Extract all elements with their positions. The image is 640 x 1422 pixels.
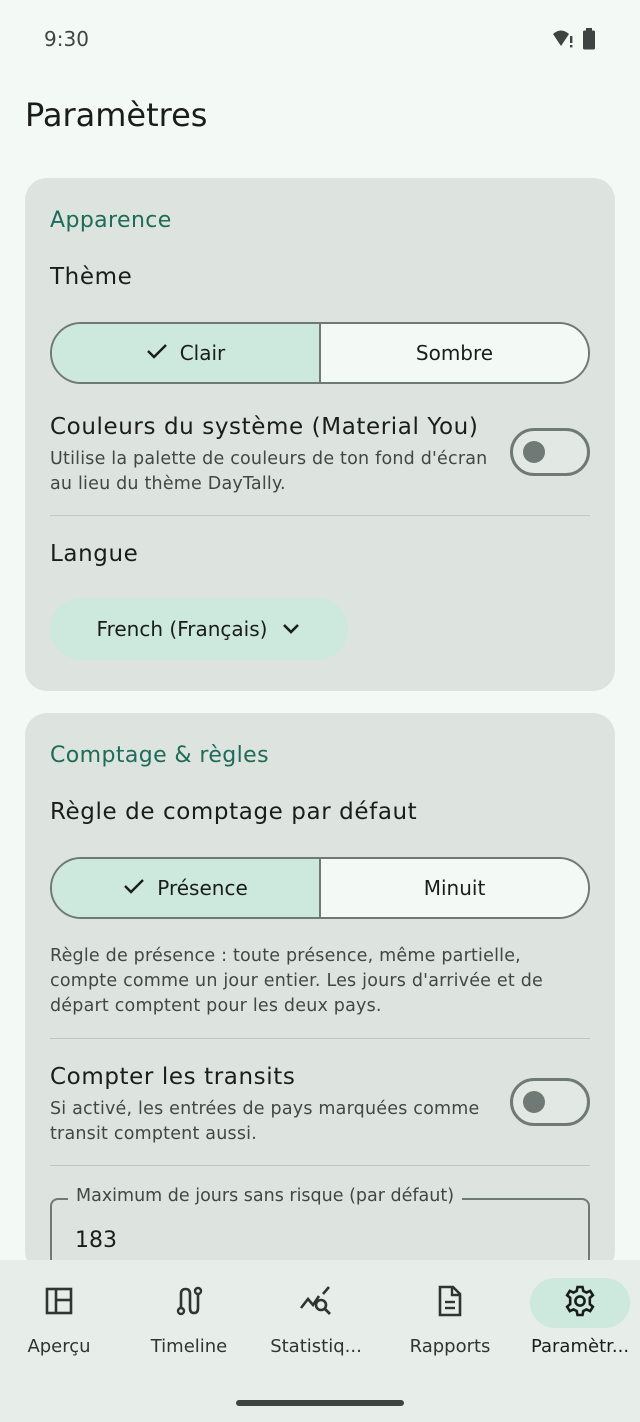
rule-option-midnight-label: Minuit <box>423 876 486 900</box>
rule-segmented-control: Présence Minuit <box>50 857 590 919</box>
max-days-field-label: Maximum de jours sans risque (par défaut… <box>68 1186 463 1206</box>
theme-segmented-control: Clair Sombre <box>50 322 590 384</box>
appearance-section-title: Apparence <box>50 208 172 233</box>
appearance-card: Apparence Thème Clair Sombre Couleurs du… <box>25 178 615 691</box>
rule-option-midnight[interactable]: Minuit <box>321 859 588 917</box>
theme-option-dark-label: Sombre <box>415 341 494 365</box>
settings-icon <box>564 1285 596 1321</box>
status-bar: 9:30 <box>0 0 640 78</box>
check-icon <box>123 876 145 900</box>
language-dropdown-value: French (Français) <box>96 617 268 641</box>
transits-description-line1: Si activé, les entrées de pays marquées … <box>50 1099 480 1119</box>
rule-description-line1: Règle de présence : toute présence, même… <box>50 946 521 966</box>
transits-description: Si activé, les entrées de pays marquées … <box>50 1097 479 1147</box>
bottom-navigation: Aperçu Timeline Statistiq... Rapports Pa… <box>0 1260 640 1422</box>
system-colors-description: Utilise la palette de couleurs de ton fo… <box>50 447 487 497</box>
language-dropdown[interactable]: French (Français) <box>50 598 348 660</box>
rule-description-line3: départ comptent pour les deux pays. <box>50 996 382 1016</box>
nav-icon-container <box>139 1278 239 1328</box>
transits-toggle[interactable] <box>510 1078 590 1126</box>
home-indicator[interactable] <box>236 1400 404 1406</box>
nav-icon-container <box>530 1278 630 1328</box>
rule-description-line2: compte comme un jour entier. Les jours d… <box>50 971 543 991</box>
route-icon <box>174 1286 204 1320</box>
nav-label: Rapports <box>409 1336 491 1357</box>
theme-label: Thème <box>50 264 133 290</box>
system-colors-description-line1: Utilise la palette de couleurs de ton fo… <box>50 449 488 469</box>
nav-item-overview[interactable]: Aperçu <box>0 1260 123 1380</box>
system-colors-description-line2: au lieu du thème DayTally. <box>50 474 286 494</box>
system-colors-toggle[interactable] <box>510 428 590 476</box>
check-icon <box>146 341 168 365</box>
counting-section-title: Comptage & règles <box>50 743 269 768</box>
divider <box>50 515 590 516</box>
nav-item-statistics[interactable]: Statistiq... <box>252 1260 380 1380</box>
theme-option-dark[interactable]: Sombre <box>321 324 588 382</box>
nav-icon-container <box>400 1278 500 1328</box>
rule-label: Règle de comptage par défaut <box>50 799 418 825</box>
theme-option-light-label: Clair <box>179 341 226 365</box>
page-title: Paramètres <box>25 96 208 134</box>
language-label: Langue <box>50 541 139 567</box>
chevron-down-icon <box>281 617 301 641</box>
transits-title: Compter les transits <box>50 1064 296 1090</box>
nav-label: Statistiq... <box>270 1336 362 1357</box>
max-days-field-value[interactable]: 183 <box>75 1228 117 1253</box>
status-time: 9:30 <box>44 27 89 51</box>
nav-icon-container <box>266 1278 366 1328</box>
dashboard-icon <box>44 1286 74 1320</box>
toggle-knob <box>523 1091 545 1113</box>
nav-item-settings[interactable]: Paramètr... <box>516 1260 640 1380</box>
battery-icon <box>582 28 596 54</box>
counting-card: Comptage & règles Règle de comptage par … <box>25 713 615 1288</box>
divider <box>50 1038 590 1039</box>
nav-label: Aperçu <box>27 1336 91 1357</box>
status-icons <box>552 28 596 54</box>
nav-label: Timeline <box>150 1336 228 1357</box>
description-icon <box>437 1285 463 1321</box>
nav-item-reports[interactable]: Rapports <box>386 1260 514 1380</box>
toggle-knob <box>523 441 545 463</box>
wifi-alert-icon <box>552 29 574 53</box>
nav-item-timeline[interactable]: Timeline <box>125 1260 253 1380</box>
query-stats-icon <box>299 1286 333 1320</box>
theme-option-light[interactable]: Clair <box>52 324 321 382</box>
divider <box>50 1165 590 1166</box>
rule-option-presence-label: Présence <box>157 876 248 900</box>
nav-icon-container <box>9 1278 109 1328</box>
system-colors-title: Couleurs du système (Material You) <box>50 414 479 440</box>
rule-option-presence[interactable]: Présence <box>52 859 321 917</box>
transits-description-line2: transit comptent aussi. <box>50 1124 257 1144</box>
rule-description: Règle de présence : toute présence, même… <box>50 944 543 1019</box>
nav-label: Paramètr... <box>530 1336 630 1357</box>
